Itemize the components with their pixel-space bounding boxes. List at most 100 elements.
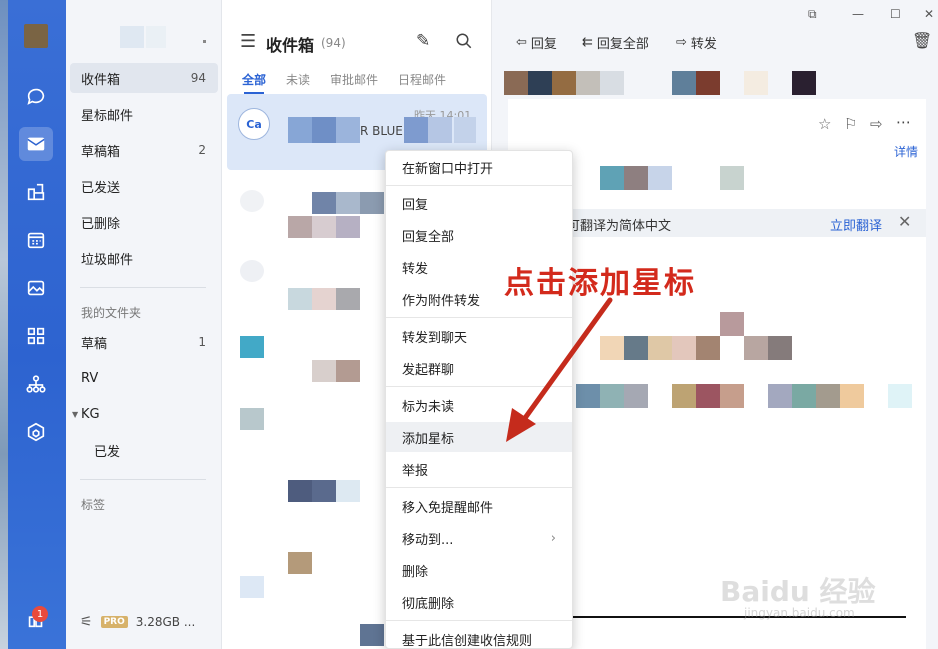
folder-inbox[interactable]: 收件箱 94 xyxy=(70,63,218,93)
blurred-content xyxy=(768,384,792,408)
blurred-content xyxy=(672,384,696,408)
menu-delete[interactable]: 删除 xyxy=(386,555,572,585)
menu-reply-all[interactable]: 回复全部 xyxy=(386,220,572,250)
folder-kg-sent[interactable]: 已发 xyxy=(70,435,218,465)
blurred-content xyxy=(600,166,624,190)
menu-start-group-chat[interactable]: 发起群聊 xyxy=(386,353,572,383)
watermark-url: jingyan.baidu.com xyxy=(744,606,855,620)
menu-delete-permanently[interactable]: 彻底删除 xyxy=(386,587,572,617)
reply-all-label: 回复全部 xyxy=(596,37,649,52)
share-icon[interactable] xyxy=(19,175,53,209)
blurred-content xyxy=(552,71,576,95)
blurred-content xyxy=(768,336,792,360)
blurred-content xyxy=(576,384,600,408)
flag-icon[interactable]: ⚐ xyxy=(844,115,857,133)
blurred-content xyxy=(428,117,452,143)
blurred-content xyxy=(312,288,336,310)
folder-starred[interactable]: 星标邮件 xyxy=(70,99,218,129)
folder-label: 已发送 xyxy=(81,180,121,196)
folder-custom-drafts[interactable]: 草稿 1 xyxy=(70,327,218,357)
menu-open-new-window[interactable]: 在新窗口中打开 xyxy=(386,152,572,182)
menu-move-to[interactable]: 移动到... › xyxy=(386,523,572,553)
blurred-content xyxy=(360,624,384,646)
blurred-content xyxy=(648,166,672,190)
menu-icon[interactable]: ☰ xyxy=(240,31,256,52)
blurred-content xyxy=(720,312,744,336)
org-icon[interactable] xyxy=(19,367,53,401)
tab-approval[interactable]: 审批邮件 xyxy=(330,71,378,88)
minimize-icon[interactable]: — xyxy=(852,7,864,21)
avatar[interactable] xyxy=(24,24,48,48)
storage-text: 3.28GB ... xyxy=(135,615,196,629)
settings-sliders-icon[interactable]: ⚟ xyxy=(80,614,93,630)
reply-button[interactable]: ⇦ 回复 xyxy=(516,33,557,52)
mail-icon[interactable] xyxy=(19,127,53,161)
search-icon[interactable] xyxy=(455,32,473,50)
translate-now-link[interactable]: 立即翻译 xyxy=(830,215,882,234)
tab-all[interactable]: 全部 xyxy=(242,71,266,94)
tab-unread[interactable]: 未读 xyxy=(286,71,310,88)
blurred-content xyxy=(312,480,336,502)
list-tabs: 全部 未读 审批邮件 日程邮件 xyxy=(242,71,446,94)
folder-sent[interactable]: 已发送 xyxy=(70,171,218,201)
reply-label: 回复 xyxy=(530,37,557,52)
detail-link[interactable]: 详情 xyxy=(894,143,918,160)
forward-button[interactable]: ⇨ 转发 xyxy=(676,33,717,52)
blurred-content xyxy=(288,216,312,238)
maximize-icon[interactable]: ☐ xyxy=(890,7,901,21)
photo-icon[interactable] xyxy=(19,271,53,305)
menu-forward-to-chat[interactable]: 转发到聊天 xyxy=(386,321,572,351)
storage-indicator[interactable]: ⚟ PRO 3.28GB ... xyxy=(80,614,195,630)
folder-count: 1 xyxy=(198,335,206,349)
forward-small-icon[interactable]: ⇨ xyxy=(870,115,883,133)
chat-icon[interactable] xyxy=(19,79,53,113)
blurred-content xyxy=(312,360,336,382)
compose-icon[interactable]: ✎ xyxy=(416,31,430,51)
blurred-content xyxy=(576,71,600,95)
close-translate-icon[interactable]: ✕ xyxy=(898,212,911,231)
blurred-content xyxy=(720,166,744,190)
tab-schedule[interactable]: 日程邮件 xyxy=(398,71,446,88)
cube-icon[interactable] xyxy=(19,415,53,449)
folder-kg[interactable]: ▼ KG xyxy=(70,399,218,429)
blurred-content xyxy=(672,336,696,360)
calendar-icon[interactable] xyxy=(19,223,53,257)
menu-mark-unread[interactable]: 标为未读 xyxy=(386,390,572,420)
expand-caret-icon[interactable]: ▼ xyxy=(72,410,78,419)
pin-icon[interactable]: ⧉ xyxy=(808,7,817,22)
menu-create-rule[interactable]: 基于此信创建收信规则 xyxy=(386,624,572,649)
blurred-content xyxy=(288,288,312,310)
folder-label: 星标邮件 xyxy=(81,108,134,124)
blurred-content xyxy=(404,117,428,143)
folder-count: 94 xyxy=(190,71,206,85)
blurred-content xyxy=(312,117,336,143)
menu-report[interactable]: 举报 xyxy=(386,454,572,484)
folder-label: 已发 xyxy=(94,444,121,460)
menu-move-to-no-reminder[interactable]: 移入免提醒邮件 xyxy=(386,491,572,521)
folder-deleted[interactable]: 已删除 xyxy=(70,207,218,237)
blurred-content xyxy=(336,216,360,238)
blurred-content xyxy=(672,71,696,95)
menu-reply[interactable]: 回复 xyxy=(386,188,572,218)
chevron-right-icon: › xyxy=(550,530,556,546)
blurred-content xyxy=(360,192,384,214)
more-icon[interactable]: ⋯ xyxy=(896,113,911,131)
blurred-content xyxy=(696,384,720,408)
reply-icon: ⇦ xyxy=(516,35,527,50)
folder-label: KG xyxy=(81,406,100,422)
folder-label: RV xyxy=(81,370,99,386)
folder-drafts[interactable]: 草稿箱 2 xyxy=(70,135,218,165)
menu-add-star[interactable]: 添加星标 xyxy=(386,422,572,452)
account-name-blurred xyxy=(120,26,144,48)
close-window-icon[interactable]: ✕ xyxy=(924,7,934,21)
blurred-content xyxy=(840,384,864,408)
folder-spam[interactable]: 垃圾邮件 xyxy=(70,243,218,273)
blurred-content xyxy=(816,384,840,408)
menu-separator xyxy=(386,487,572,488)
folder-rv[interactable]: RV xyxy=(70,363,218,393)
trash-icon[interactable]: 🗑 xyxy=(912,31,932,50)
star-outline-icon[interactable]: ☆ xyxy=(818,115,831,133)
reply-all-button[interactable]: ⇇ 回复全部 xyxy=(582,33,649,52)
apps-icon[interactable] xyxy=(19,319,53,353)
forward-icon: ⇨ xyxy=(676,35,687,50)
